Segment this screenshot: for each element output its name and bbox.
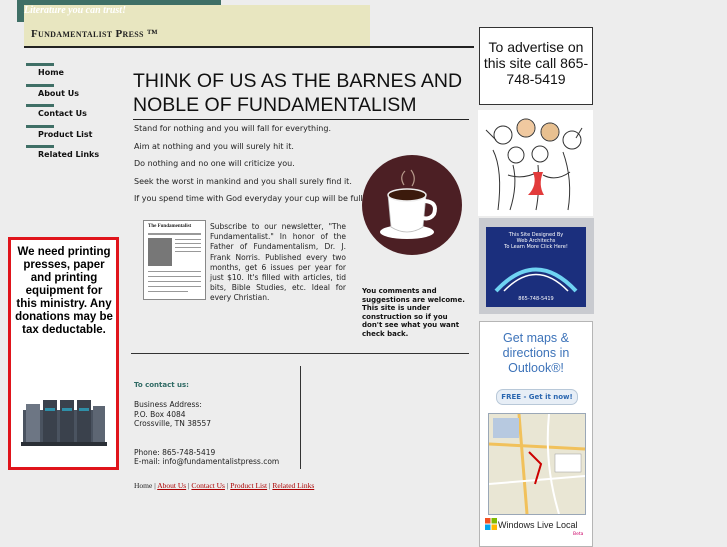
cover-text-line <box>148 271 201 272</box>
cover-text-line <box>175 243 201 244</box>
saying: Do nothing and no one will criticize you… <box>134 159 295 168</box>
get-it-now-button[interactable]: FREE - Get it now! <box>496 389 578 405</box>
saying: If you spend time with God everyday your… <box>134 194 366 203</box>
title-divider <box>133 119 469 120</box>
nav-bullet <box>26 83 54 87</box>
newsletter-description: Subscribe to our newsletter, "The Fundam… <box>210 222 346 303</box>
contact-heading: To contact us: <box>134 381 189 389</box>
contact-vertical-divider <box>300 366 301 469</box>
webarch-line: To Learn More Click Here! <box>504 244 568 250</box>
advertise-text: To advertise on this site call 865-748-5… <box>483 39 589 87</box>
address-line: P.O. Box 4084 <box>134 409 186 419</box>
construction-line: This site is under construction so if yo… <box>362 304 460 338</box>
map-preview-image <box>488 413 586 515</box>
beta-label: Beta <box>573 532 584 537</box>
cover-text-line <box>175 247 201 248</box>
donation-text: We need printing presses, paper and prin… <box>15 246 113 336</box>
sidebar-nav: Home About Us Contact Us Product List Re… <box>26 63 126 166</box>
advertise-box[interactable]: To advertise on this site call 865-748-5… <box>479 27 593 105</box>
printing-press-image <box>21 390 107 450</box>
content-divider <box>131 353 469 354</box>
nav-label[interactable]: Product List <box>38 130 93 139</box>
saying: Aim at nothing and you will surely hit i… <box>134 141 294 151</box>
cover-text-line <box>148 281 201 282</box>
web-architechs-banner[interactable]: This Site Designed By Web Architechs To … <box>479 218 594 314</box>
windows-live-local-logo: Windows Live Local <box>498 520 578 530</box>
footer-link-contact-us[interactable]: Contact Us <box>191 481 225 490</box>
saying: Stand for nothing and you will fall for … <box>134 124 331 133</box>
page-title: THINK OF US AS THE BARNES AND NOBLE OF F… <box>133 70 463 116</box>
newsletter-cover-title: The Fundamentalist <box>148 224 192 229</box>
phone-number: Phone: 865-748-5419 <box>134 447 216 457</box>
cover-text-line <box>175 251 201 252</box>
footer-link-about-us[interactable]: About Us <box>157 481 186 490</box>
nav-item-product-list[interactable]: Product List <box>26 124 126 146</box>
newsletter-cover-image[interactable]: The Fundamentalist <box>143 220 206 300</box>
globe-icon <box>494 267 578 293</box>
footer-links: Home | About Us | Contact Us | Product L… <box>134 481 314 490</box>
donation-box: We need printing presses, paper and prin… <box>8 237 119 470</box>
cartoon-group-image <box>478 110 593 216</box>
contact-details: Business Address: P.O. Box 4084 Crossvil… <box>134 400 279 467</box>
header-divider <box>24 46 474 48</box>
nav-bullet <box>26 104 54 107</box>
nav-item-contact-us[interactable]: Contact Us <box>26 104 126 125</box>
cover-text-line <box>148 286 201 287</box>
footer-link-related-links[interactable]: Related Links <box>272 481 314 490</box>
nav-bullet <box>26 124 54 128</box>
nav-item-about-us[interactable]: About Us <box>26 83 126 105</box>
address-label: Business Address: <box>134 400 202 409</box>
nav-bullet <box>26 145 54 148</box>
cover-text-line <box>175 239 201 240</box>
email-address[interactable]: E-mail: info@fundamentalistpress.com <box>134 457 279 467</box>
footer-link-home[interactable]: Home <box>134 481 152 490</box>
comments-line: You comments and suggestions are welcome… <box>362 287 465 304</box>
nav-label[interactable]: Contact Us <box>38 109 87 118</box>
nav-item-home[interactable]: Home <box>26 63 126 84</box>
nav-label[interactable]: About Us <box>38 89 79 98</box>
site-tagline: Literature you can trust! <box>24 5 126 16</box>
cover-text-line <box>148 276 201 277</box>
site-logo[interactable]: Fundamentalist Press ™ <box>31 28 158 40</box>
nav-label[interactable]: Home <box>38 68 64 77</box>
cover-text-line <box>148 291 188 292</box>
web-architechs-ad[interactable]: This Site Designed By Web Architechs To … <box>486 227 586 307</box>
coffee-cup-image <box>362 155 462 255</box>
sayings-list: Stand for nothing and you will fall for … <box>134 123 365 211</box>
footer-link-product-list[interactable]: Product List <box>230 481 267 490</box>
nav-bullet <box>26 63 54 66</box>
address-line: Crossville, TN 38557 <box>134 419 212 428</box>
outlook-maps-ad[interactable]: Get maps & directions in Outlook®! FREE … <box>479 321 593 547</box>
cover-photo <box>148 238 172 266</box>
maps-ad-title: Get maps & directions in Outlook®! <box>502 331 570 375</box>
nav-label[interactable]: Related Links <box>38 150 99 159</box>
windows-logo-icon <box>485 518 497 530</box>
nav-item-related-links[interactable]: Related Links <box>26 145 126 166</box>
webarch-phone: 865-748-5419 <box>518 296 554 302</box>
cover-rule <box>148 233 201 235</box>
saying: Seek the worst in mankind and you shall … <box>134 176 352 186</box>
comments-note: You comments and suggestions are welcome… <box>362 287 467 339</box>
